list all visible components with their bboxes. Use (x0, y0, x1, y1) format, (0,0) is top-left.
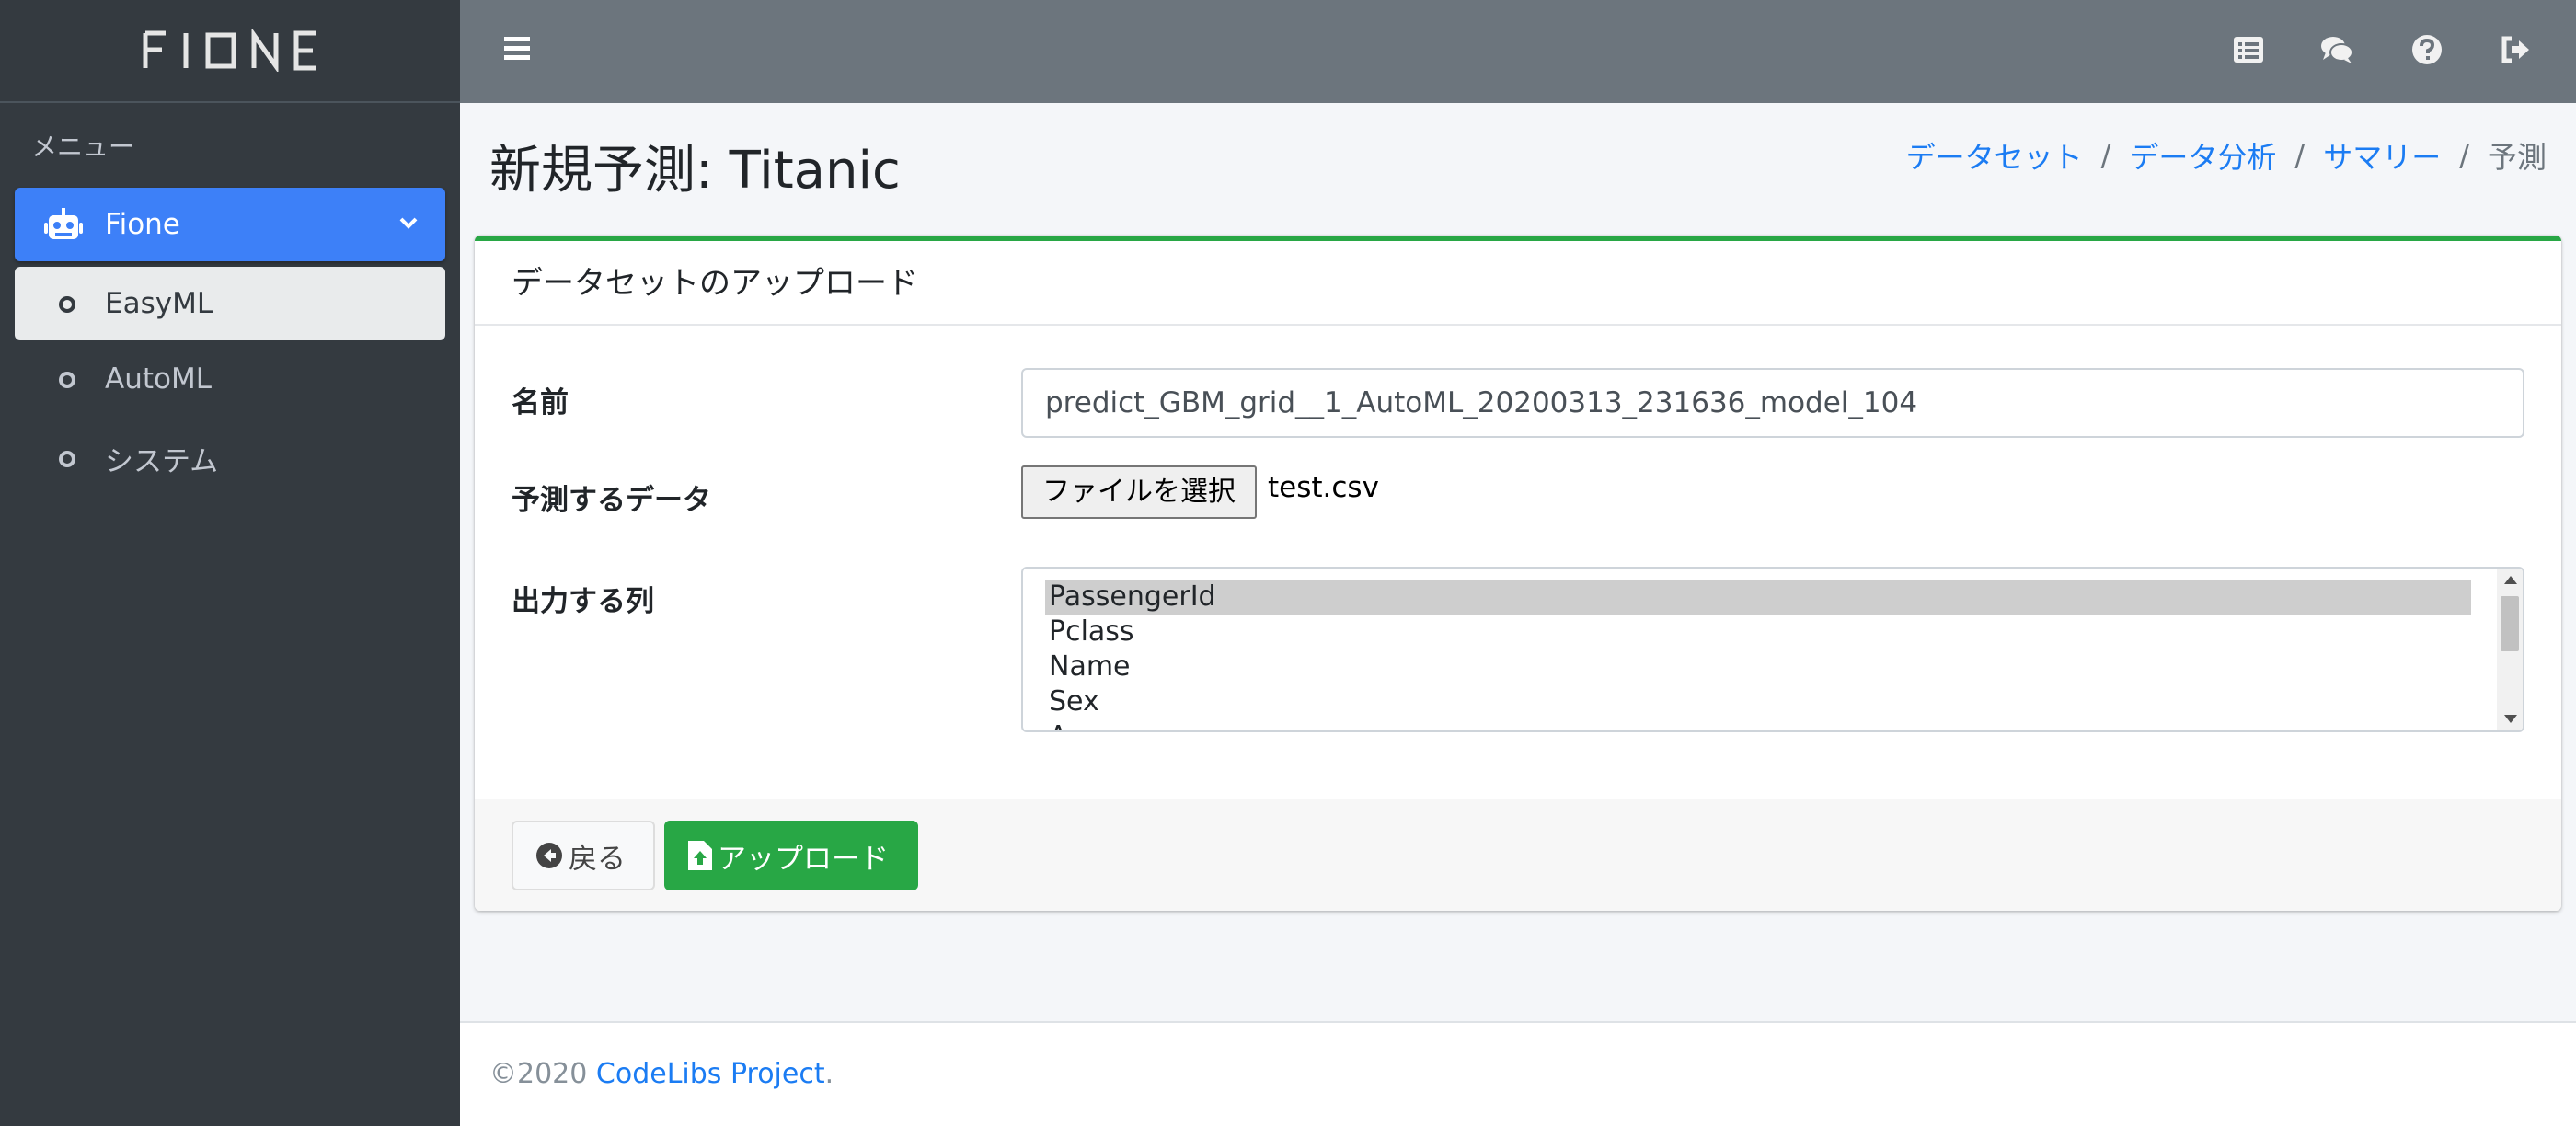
brand[interactable] (0, 0, 460, 103)
list-icon[interactable] (2232, 33, 2265, 66)
upload-button-label: アップロード (718, 842, 889, 876)
topbar (460, 0, 2576, 103)
select-option[interactable]: PassengerId (1045, 580, 2471, 615)
scroll-down-arrow-icon[interactable] (2504, 715, 2517, 723)
page-footer: ©2020 CodeLibs Project. (460, 1021, 2576, 1126)
scroll-up-arrow-icon[interactable] (2504, 576, 2517, 584)
file-name: test.csv (1268, 471, 1379, 504)
card-header: データセットのアップロード (475, 241, 2561, 326)
prediction-data-label: 予測するデータ (512, 484, 711, 517)
output-columns-select[interactable]: PassengerId Pclass Name Sex Age (1021, 567, 2524, 732)
sidebar-item-fione[interactable]: Fione (15, 188, 445, 261)
breadcrumb-separator: / (2459, 138, 2469, 173)
sign-out-icon[interactable] (2499, 33, 2532, 66)
codelibs-link[interactable]: CodeLibs Project (596, 1058, 825, 1090)
upload-button[interactable]: アップロード (664, 821, 918, 890)
sidebar-item-label: Fione (105, 208, 180, 241)
breadcrumb-separator: / (2294, 138, 2306, 173)
copyright-text: ©2020 (489, 1058, 596, 1090)
sidebar-item-label: AutoML (105, 362, 212, 396)
file-upload-icon (688, 841, 712, 870)
back-button-label: 戻る (569, 842, 626, 876)
select-option[interactable]: Age (1045, 719, 2471, 730)
back-button[interactable]: 戻る (512, 821, 655, 890)
comments-icon[interactable] (2320, 33, 2353, 66)
menu-header: メニュー (31, 132, 135, 162)
select-option[interactable]: Pclass (1045, 615, 2471, 649)
breadcrumb-summary[interactable]: サマリー (2323, 134, 2441, 177)
circle-icon (59, 372, 75, 388)
upload-card: データセットのアップロード 名前 predict_GBM_grid__1_Aut… (475, 236, 2561, 911)
scroll-thumb[interactable] (2501, 596, 2519, 651)
output-columns-label: 出力する列 (512, 585, 654, 618)
question-circle-icon[interactable] (2410, 33, 2444, 66)
card-footer: 戻る アップロード (475, 799, 2561, 911)
sidebar-item-label: EasyML (105, 287, 213, 320)
page-title: 新規予測: Titanic (489, 141, 901, 201)
sidebar-item-easyml[interactable]: EasyML (15, 267, 445, 340)
name-label: 名前 (512, 386, 569, 419)
robot-icon (44, 208, 83, 239)
name-input[interactable]: predict_GBM_grid__1_AutoML_20200313_2316… (1021, 368, 2524, 438)
select-option[interactable]: Name (1045, 649, 2471, 684)
fione-logo (143, 29, 316, 72)
breadcrumb: データセット / データ分析 / サマリー / 予測 (1906, 134, 2547, 177)
breadcrumb-data-analysis[interactable]: データ分析 (2129, 134, 2276, 177)
arrow-circle-left-icon (536, 843, 562, 868)
menu-toggle-icon[interactable] (504, 37, 530, 61)
scrollbar[interactable] (2497, 569, 2523, 730)
sidebar-item-label: システム (105, 444, 219, 478)
footer-period: . (824, 1058, 834, 1090)
choose-file-button[interactable]: ファイルを選択 (1021, 465, 1257, 519)
chevron-down-icon (399, 217, 418, 229)
sidebar-item-system[interactable]: システム (15, 421, 445, 495)
sidebar-item-automl[interactable]: AutoML (15, 342, 445, 416)
select-option[interactable]: Sex (1045, 684, 2471, 719)
breadcrumb-current: 予測 (2487, 140, 2547, 175)
breadcrumb-dataset[interactable]: データセット (1906, 134, 2083, 177)
breadcrumb-separator: / (2100, 138, 2111, 173)
sidebar: メニュー Fione EasyML AutoML システム (0, 0, 460, 1126)
circle-icon (59, 296, 75, 313)
circle-icon (59, 451, 75, 467)
